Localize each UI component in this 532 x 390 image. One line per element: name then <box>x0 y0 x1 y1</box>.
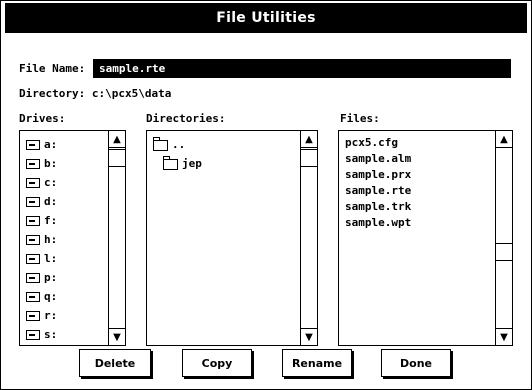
scroll-up-arrow-icon[interactable]: ▲ <box>109 131 125 148</box>
file-name-input[interactable] <box>93 59 509 78</box>
directories-scrollbar[interactable]: ▲ ▼ <box>300 131 317 345</box>
scroll-thumb[interactable] <box>109 149 125 167</box>
drive-item[interactable]: l: <box>26 250 57 267</box>
file-item[interactable]: sample.prx <box>345 166 411 183</box>
drive-icon <box>26 253 40 264</box>
file-item[interactable]: sample.alm <box>345 150 411 167</box>
drive-item[interactable]: f: <box>26 212 57 229</box>
drive-item[interactable]: q: <box>26 288 57 305</box>
files-label: Files: <box>340 112 380 125</box>
directories-list[interactable]: .. jep ▲ ▼ <box>146 130 318 346</box>
directories-label: Directories: <box>146 112 226 125</box>
drive-icon <box>26 158 40 169</box>
file-utilities-dialog: File Utilities File Name: Directory: c:\… <box>0 0 532 390</box>
drive-item[interactable]: c: <box>26 174 57 191</box>
drive-icon <box>26 291 40 302</box>
files-scrollbar[interactable]: ▲ ▼ <box>495 131 512 345</box>
files-list[interactable]: pcx5.cfg sample.alm sample.prx sample.rt… <box>338 130 513 346</box>
file-item[interactable]: sample.rte <box>345 182 411 199</box>
drives-scrollbar[interactable]: ▲ ▼ <box>108 131 125 345</box>
drive-icon <box>26 177 40 188</box>
directory-item[interactable]: .. <box>153 136 185 153</box>
file-item[interactable]: sample.wpt <box>345 214 411 231</box>
drive-item[interactable]: s: <box>26 326 57 343</box>
delete-button[interactable]: Delete <box>79 349 151 377</box>
scroll-thumb[interactable] <box>301 149 317 167</box>
scroll-up-arrow-icon[interactable]: ▲ <box>301 131 317 148</box>
drive-icon <box>26 234 40 245</box>
drive-icon <box>26 139 40 150</box>
scroll-down-arrow-icon[interactable]: ▼ <box>301 328 317 345</box>
scroll-down-arrow-icon[interactable]: ▼ <box>109 328 125 345</box>
drive-item[interactable]: b: <box>26 155 57 172</box>
file-name-label: File Name: <box>19 62 86 75</box>
drive-item[interactable]: p: <box>26 269 57 286</box>
title-bar: File Utilities <box>5 3 527 33</box>
dialog-title: File Utilities <box>216 10 316 26</box>
scroll-down-arrow-icon[interactable]: ▼ <box>496 328 512 345</box>
drive-item[interactable]: h: <box>26 231 57 248</box>
rename-button[interactable]: Rename <box>282 349 352 377</box>
drive-item[interactable]: a: <box>26 136 57 153</box>
folder-icon <box>163 156 178 170</box>
drive-icon <box>26 272 40 283</box>
drive-item[interactable]: r: <box>26 307 57 324</box>
file-name-field[interactable] <box>93 59 511 78</box>
directory-path: c:\pcx5\data <box>91 87 172 100</box>
drive-icon <box>26 215 40 226</box>
drive-icon <box>26 329 40 340</box>
drive-item[interactable]: d: <box>26 193 57 210</box>
copy-button[interactable]: Copy <box>182 349 252 377</box>
directory-line: Directory: c:\pcx5\data <box>19 87 171 100</box>
file-item[interactable]: sample.trk <box>345 198 411 215</box>
drives-label: Drives: <box>19 112 66 125</box>
drives-list[interactable]: a: b: c: d: f: h: l: p: q: r: s: ▲ ▼ <box>19 130 126 346</box>
directory-label: Directory: <box>19 87 86 100</box>
file-item[interactable]: pcx5.cfg <box>345 134 398 151</box>
scroll-thumb[interactable] <box>496 243 512 261</box>
drive-icon <box>26 196 40 207</box>
drive-icon <box>26 310 40 321</box>
open-folder-icon <box>153 137 168 151</box>
done-button[interactable]: Done <box>381 349 451 377</box>
scroll-up-arrow-icon[interactable]: ▲ <box>496 131 512 148</box>
directory-item[interactable]: jep <box>163 155 202 172</box>
